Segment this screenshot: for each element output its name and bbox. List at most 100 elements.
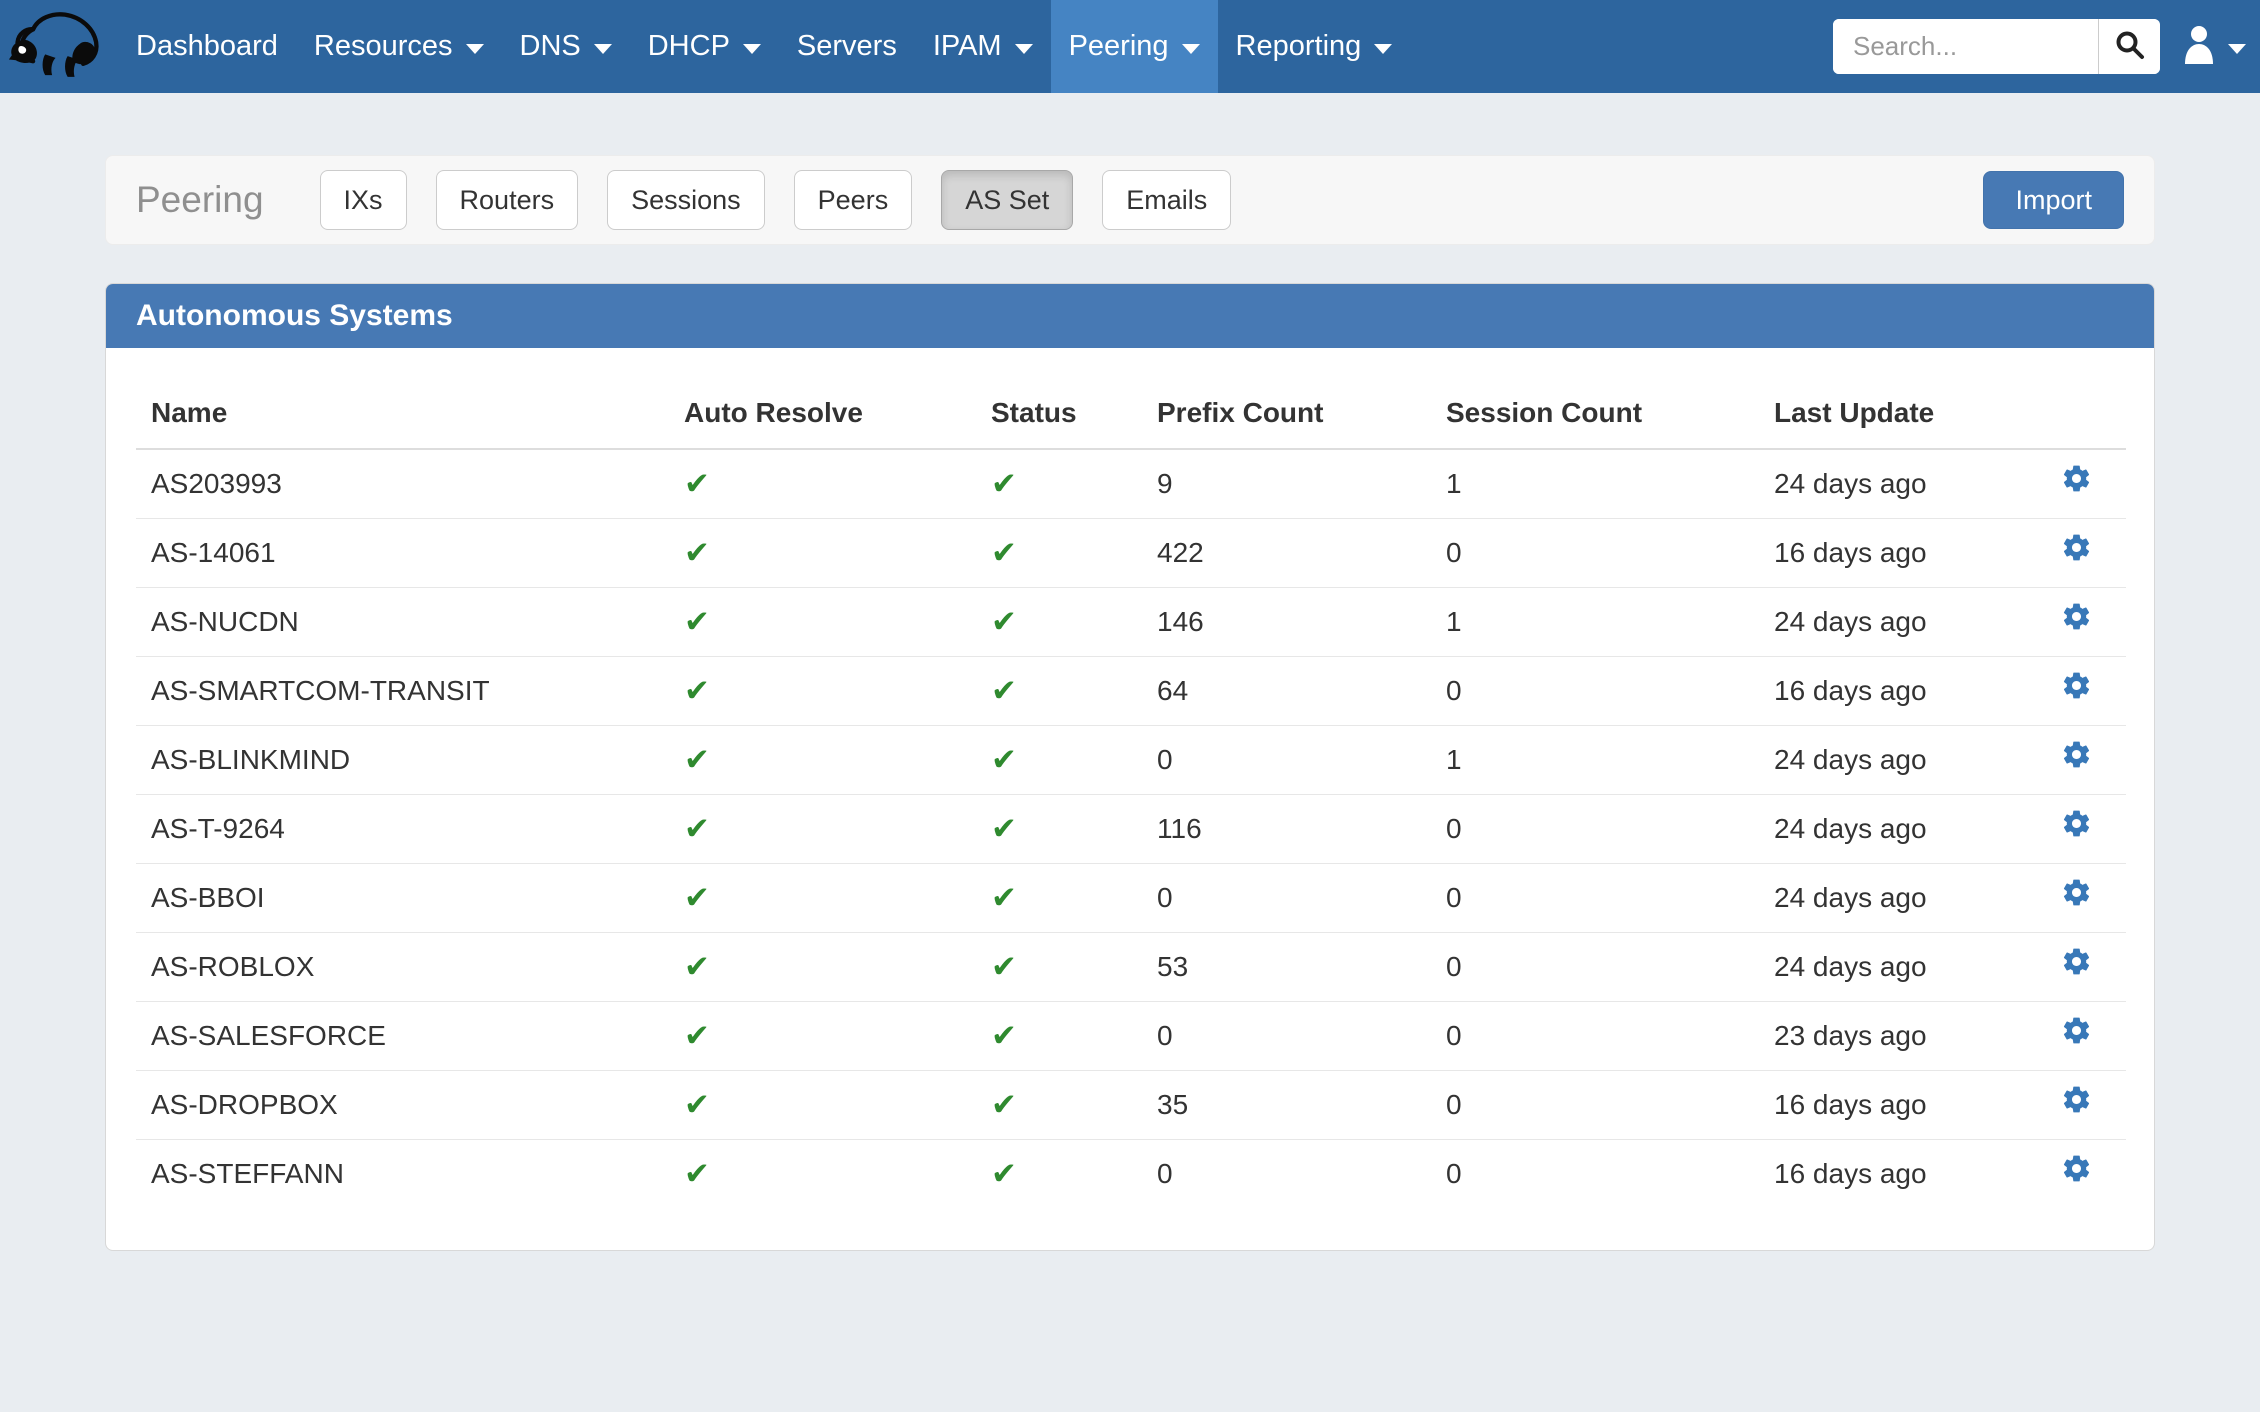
as-name-cell: AS-BLINKMIND [136, 725, 669, 795]
user-menu[interactable] [2182, 24, 2246, 69]
table-header-row: Name Auto Resolve Status Prefix Count Sessio… [136, 378, 2126, 450]
tab-peers[interactable]: Peers [793, 170, 913, 230]
panel-title: Autonomous Systems [106, 284, 2154, 348]
check-icon: ✔ [684, 603, 710, 639]
caret-down-icon [1374, 43, 1393, 54]
gear-icon[interactable] [2061, 532, 2092, 563]
as-name-cell: AS-BBOI [136, 863, 669, 933]
status-cell: ✔ [976, 932, 1142, 1002]
user-icon [2182, 24, 2216, 69]
tab-sessions[interactable]: Sessions [607, 170, 765, 230]
navbar-right [1833, 0, 2260, 93]
auto-resolve-cell: ✔ [669, 794, 976, 864]
gear-icon[interactable] [2061, 946, 2092, 977]
nav-item-resources[interactable]: Resources [296, 0, 502, 93]
badger-logo-icon [7, 6, 111, 87]
table-row: AS-DROPBOX ✔ ✔ 35 0 16 days ago [136, 1070, 2126, 1140]
caret-down-icon [465, 43, 484, 54]
auto-resolve-cell: ✔ [669, 1070, 976, 1140]
status-cell: ✔ [976, 1001, 1142, 1071]
last-update-cell: 24 days ago [1774, 468, 1927, 499]
nav-item-dashboard[interactable]: Dashboard [118, 0, 296, 93]
table-row: AS-SMARTCOM-TRANSIT ✔ ✔ 64 0 16 days ago [136, 656, 2126, 726]
as-name-cell: AS-STEFFANN [136, 1139, 669, 1208]
last-update-cell: 16 days ago [1759, 1070, 2046, 1140]
actions-cell [2046, 794, 2126, 864]
check-icon: ✔ [991, 879, 1017, 915]
nav-item-reporting[interactable]: Reporting [1218, 0, 1411, 93]
last-update-cell: 16 days ago [1759, 518, 2046, 588]
session-count-cell: 0 [1431, 932, 1759, 1002]
check-icon: ✔ [684, 810, 710, 846]
app-logo[interactable] [0, 0, 118, 93]
check-icon: ✔ [991, 1017, 1017, 1053]
prefix-count-cell: 0 [1142, 863, 1431, 933]
as-name-cell: AS-14061 [136, 518, 669, 588]
status-cell: ✔ [976, 794, 1142, 864]
auto-resolve-cell: ✔ [669, 656, 976, 726]
gear-icon[interactable] [2061, 739, 2092, 770]
as-name-cell: AS-DROPBOX [136, 1070, 669, 1140]
as-table: Name Auto Resolve Status Prefix Count Sessio… [136, 378, 2126, 1208]
gear-icon[interactable] [2061, 808, 2092, 839]
nav-item-dns[interactable]: DNS [502, 0, 630, 93]
gear-icon[interactable] [2061, 463, 2092, 494]
gear-icon[interactable] [2061, 1015, 2092, 1046]
last-update-cell: 16 days ago [1759, 656, 2046, 726]
caret-down-icon [593, 43, 612, 54]
nav-item-dhcp[interactable]: DHCP [630, 0, 779, 93]
col-header-auto-resolve: Auto Resolve [669, 378, 976, 450]
autonomous-systems-panel: Autonomous Systems Name Auto Resolve Statu… [105, 283, 2155, 1251]
nav-item-peering[interactable]: Peering [1050, 0, 1218, 93]
nav-items: Dashboard Resources DNS DHCP Servers IPA… [118, 0, 1410, 93]
check-icon: ✔ [684, 948, 710, 984]
gear-icon[interactable] [2061, 1084, 2092, 1115]
prefix-count-cell: 0 [1142, 1139, 1431, 1208]
status-cell: ✔ [976, 518, 1142, 588]
panel-body: Name Auto Resolve Status Prefix Count Sessio… [106, 348, 2154, 1250]
as-name-cell: AS203993 [151, 468, 282, 499]
gear-icon[interactable] [2061, 1153, 2092, 1184]
tab-ixs[interactable]: IXs [319, 170, 407, 230]
actions-cell [2046, 863, 2126, 933]
top-navbar: Dashboard Resources DNS DHCP Servers IPA… [0, 0, 2260, 93]
check-icon: ✔ [684, 534, 710, 570]
auto-resolve-cell: ✔ [669, 725, 976, 795]
table-row: AS203993 ✔ ✔ 9 1 24 days ago [136, 449, 2126, 519]
actions-cell [2046, 1001, 2126, 1071]
col-header-session-count: Session Count [1431, 378, 1759, 450]
tab-routers[interactable]: Routers [435, 170, 579, 230]
nav-item-servers[interactable]: Servers [779, 0, 915, 93]
gear-icon[interactable] [2061, 877, 2092, 908]
check-icon: ✔ [684, 741, 710, 777]
col-header-last-update: Last Update [1759, 378, 2046, 450]
auto-resolve-cell: ✔ [669, 449, 976, 519]
last-update-cell: 23 days ago [1759, 1001, 2046, 1071]
check-icon: ✔ [684, 672, 710, 708]
status-cell: ✔ [976, 449, 1142, 519]
check-icon: ✔ [991, 672, 1017, 708]
prefix-count-cell: 422 [1142, 518, 1431, 588]
auto-resolve-cell: ✔ [669, 863, 976, 933]
tab-emails[interactable]: Emails [1102, 170, 1232, 230]
table-row: AS-14061 ✔ ✔ 422 0 16 days ago [136, 518, 2126, 588]
auto-resolve-cell: ✔ [669, 1139, 976, 1208]
status-cell: ✔ [976, 725, 1142, 795]
as-name-cell: AS-SALESFORCE [136, 1001, 669, 1071]
actions-cell [2046, 518, 2126, 588]
nav-item-ipam[interactable]: IPAM [915, 0, 1051, 93]
session-count-cell: 0 [1431, 794, 1759, 864]
col-header-status: Status [976, 378, 1142, 450]
gear-icon[interactable] [2061, 670, 2092, 701]
table-row: AS-BBOI ✔ ✔ 0 0 24 days ago [136, 863, 2126, 933]
import-button[interactable]: Import [1983, 171, 2124, 229]
session-count-cell: 1 [1431, 725, 1759, 795]
table-row: AS-ROBLOX ✔ ✔ 53 0 24 days ago [136, 932, 2126, 1002]
gear-icon[interactable] [2061, 601, 2092, 632]
session-count-cell: 1 [1431, 587, 1759, 657]
prefix-count-cell: 0 [1142, 725, 1431, 795]
table-row: AS-STEFFANN ✔ ✔ 0 0 16 days ago [136, 1139, 2126, 1208]
search-button[interactable] [2098, 19, 2160, 74]
search-input[interactable] [1833, 19, 2098, 74]
tab-as-set[interactable]: AS Set [941, 170, 1074, 230]
